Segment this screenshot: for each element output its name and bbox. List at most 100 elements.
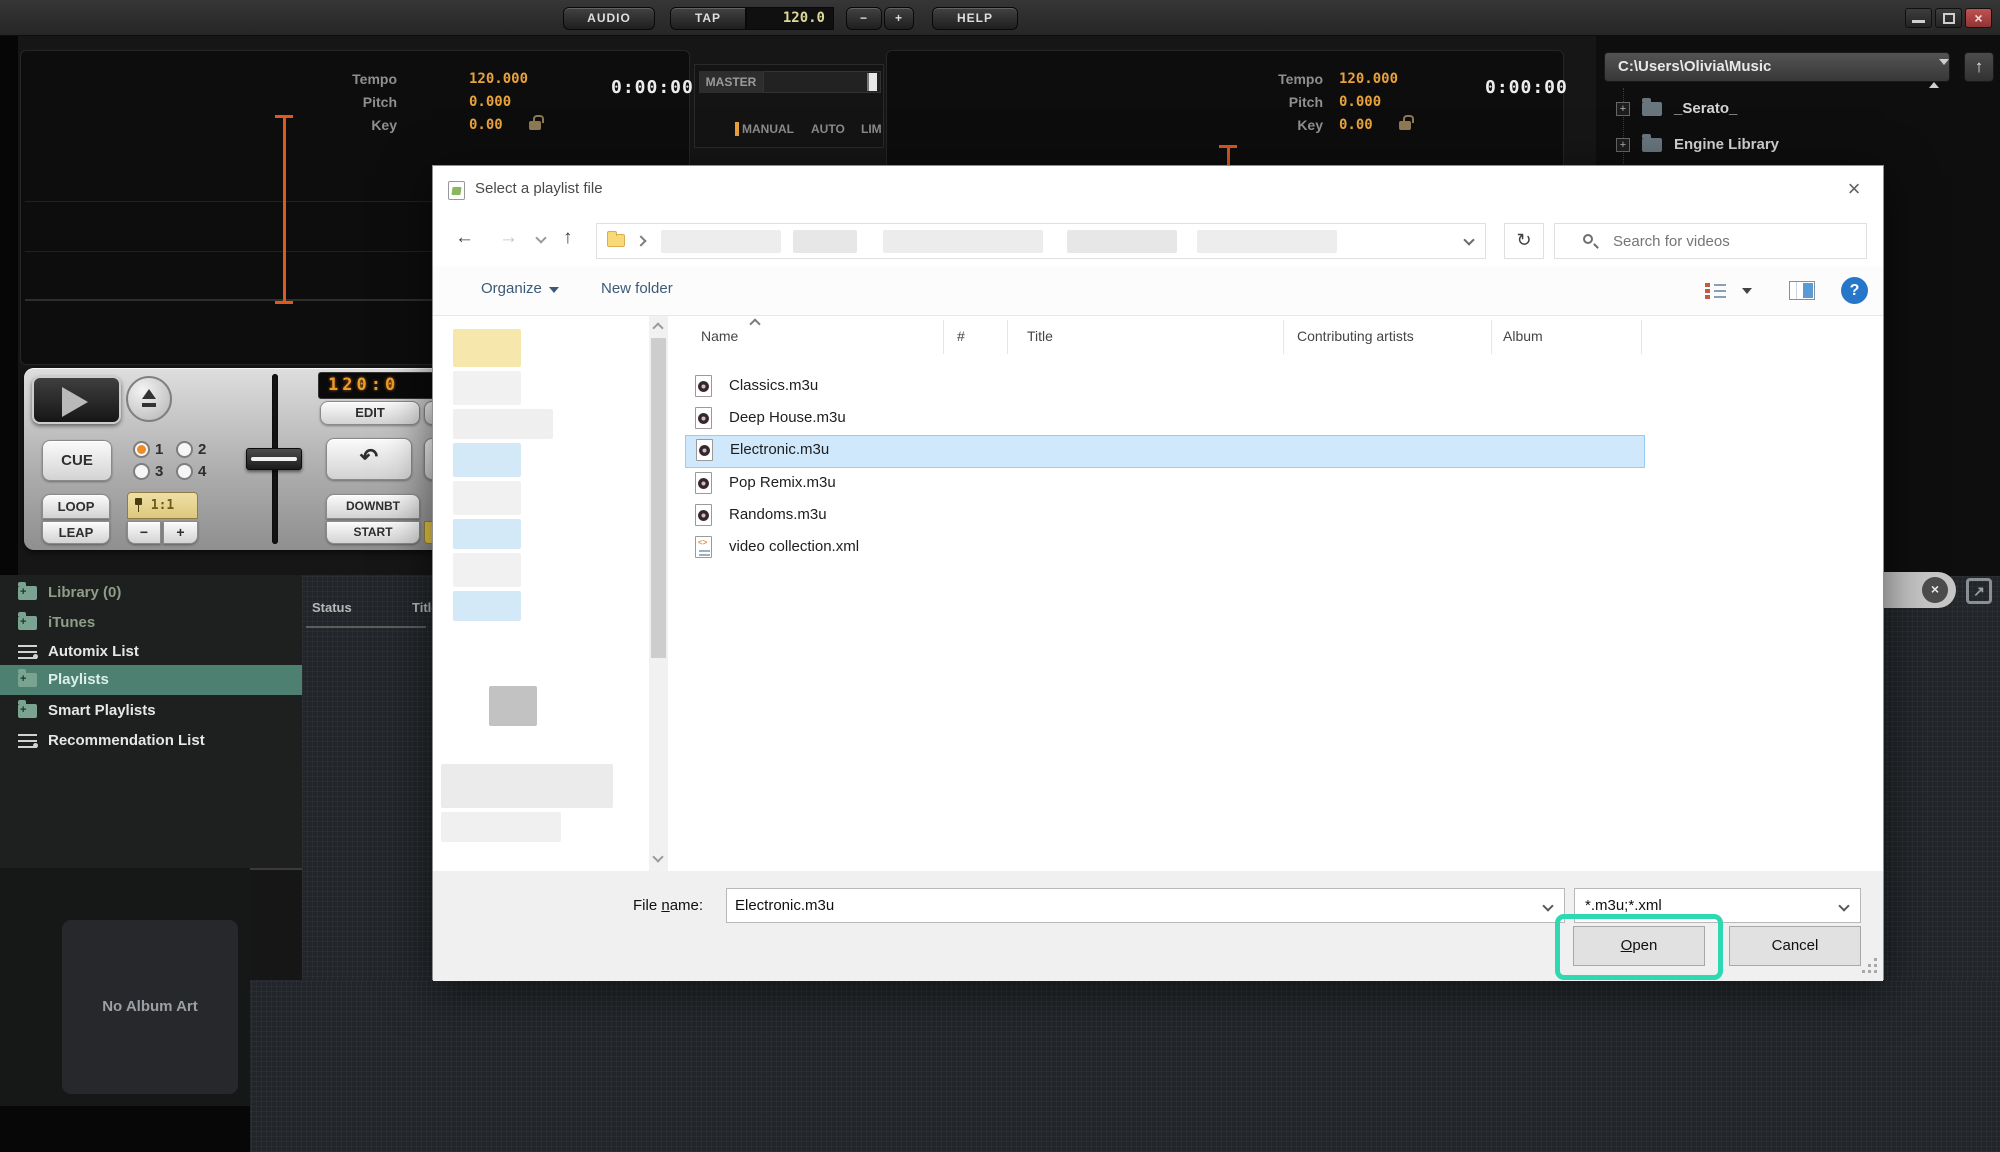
key-lock-icon[interactable] (1399, 121, 1411, 130)
hotcue-label-4: 4 (198, 463, 206, 480)
back-button[interactable]: ← (455, 227, 474, 249)
forward-button[interactable]: → (499, 227, 518, 249)
history-chevron-icon[interactable] (535, 232, 546, 243)
up-button[interactable]: ↑ (563, 227, 573, 249)
column-separator[interactable] (1007, 320, 1008, 354)
column-header-number[interactable]: # (957, 328, 965, 370)
file-name-input[interactable] (735, 893, 1525, 918)
undo-button[interactable]: ↶ (326, 438, 412, 480)
bpm-minus-button[interactable]: − (846, 7, 882, 30)
tap-button[interactable]: TAP (670, 7, 746, 30)
play-button[interactable] (32, 376, 121, 424)
master-lim-label[interactable]: LIM (861, 122, 882, 136)
file-row[interactable]: Classics.m3u (685, 372, 1645, 403)
file-row-selected[interactable]: Electronic.m3u (685, 435, 1645, 468)
file-row[interactable]: Pop Remix.m3u (685, 469, 1645, 500)
close-app-button[interactable]: × (1965, 8, 1992, 28)
file-name-combo[interactable] (726, 888, 1565, 923)
scrollbar[interactable] (649, 316, 668, 871)
sidebar-item-itunes[interactable]: iTunes (0, 608, 302, 638)
cancel-button[interactable]: Cancel (1729, 926, 1861, 966)
master-auto-label[interactable]: AUTO (811, 122, 845, 136)
xml-file-icon (695, 536, 712, 558)
column-separator[interactable] (1641, 320, 1642, 354)
key-lock-icon[interactable] (529, 121, 541, 130)
bpm-plus-button[interactable]: + (884, 7, 914, 30)
minimize-button[interactable] (1905, 8, 1932, 28)
filter-dropdown-icon[interactable] (1838, 900, 1849, 911)
cue-button[interactable]: CUE (42, 440, 112, 481)
preview-pane-icon[interactable] (1789, 281, 1815, 300)
leap-button[interactable]: LEAP (42, 521, 110, 544)
eject-button[interactable] (126, 376, 172, 422)
hotcue-radio-3[interactable] (133, 463, 150, 480)
new-folder-button[interactable]: New folder (601, 280, 673, 297)
file-name-dropdown-icon[interactable] (1542, 900, 1553, 911)
column-separator[interactable] (943, 320, 944, 354)
file-row[interactable]: video collection.xml (685, 533, 1645, 564)
start-button[interactable]: START (326, 521, 420, 544)
address-dropdown-icon[interactable] (1463, 234, 1474, 245)
master-manual-label[interactable]: MANUAL (742, 122, 794, 136)
view-mode-icon[interactable] (1705, 282, 1728, 299)
refresh-button[interactable]: ↻ (1504, 223, 1544, 259)
sidebar-item-recommendation-list[interactable]: Recommendation List (0, 726, 302, 756)
column-header-title[interactable]: Title (1027, 328, 1053, 370)
edit-button[interactable]: EDIT (320, 401, 420, 425)
column-separator[interactable] (1283, 320, 1284, 354)
view-mode-dropdown-icon[interactable] (1742, 288, 1752, 294)
resize-grip[interactable] (1863, 959, 1877, 973)
scroll-up-icon[interactable] (652, 322, 663, 333)
sidebar-item-automix-list[interactable]: Automix List (0, 637, 302, 667)
sidebar-item-smart-playlists[interactable]: Smart Playlists (0, 696, 302, 726)
audio-button[interactable]: AUDIO (563, 7, 655, 30)
organize-menu[interactable]: Organize (481, 280, 559, 297)
master-volume-handle[interactable] (867, 73, 877, 91)
column-header-album[interactable]: Album (1503, 328, 1543, 370)
tempo-value: 120.000 (1339, 71, 1398, 87)
column-separator[interactable] (1491, 320, 1492, 354)
folder-up-button[interactable]: ↑ (1964, 52, 1994, 82)
folder-icon (1642, 102, 1662, 116)
sort-ascending-icon (749, 318, 760, 329)
hotcue-radio-2[interactable] (176, 441, 193, 458)
playhead-tick (1219, 145, 1237, 148)
column-header-artists[interactable]: Contributing artists (1297, 328, 1414, 370)
beat-minus-button[interactable]: − (127, 521, 161, 544)
downbeat-button[interactable]: DOWNBT (326, 494, 420, 519)
scroll-down-icon[interactable] (652, 851, 663, 862)
dialog-titlebar[interactable]: Select a playlist file × (433, 166, 1883, 216)
hotcue-radio-4[interactable] (176, 463, 193, 480)
file-row[interactable]: Deep House.m3u (685, 404, 1645, 435)
file-row[interactable]: Randoms.m3u (685, 501, 1645, 532)
address-bar[interactable] (596, 223, 1486, 259)
tree-item-engine-library[interactable]: + Engine Library (1596, 130, 1996, 160)
eject-icon-bar (142, 403, 156, 407)
sidebar-item-library[interactable]: Library (0) (0, 578, 302, 608)
file-name: Randoms.m3u (729, 506, 827, 523)
dialog-search-input[interactable] (1613, 228, 1853, 254)
clear-search-icon[interactable]: × (1922, 577, 1948, 603)
expand-icon[interactable]: + (1616, 102, 1630, 116)
scrollbar-thumb[interactable] (651, 338, 666, 658)
beat-plus-button[interactable]: + (163, 521, 198, 544)
column-header-name[interactable]: Name (701, 328, 738, 370)
table-header-status[interactable]: Status (312, 600, 352, 615)
path-dropdown[interactable]: C:\Users\Olivia\Music (1604, 52, 1950, 82)
help-icon[interactable]: ? (1841, 277, 1868, 304)
expand-icon[interactable]: + (1616, 138, 1630, 152)
hotcue-radio-1[interactable] (133, 441, 150, 458)
master-volume-meter[interactable] (763, 71, 881, 93)
tree-item-serato[interactable]: + _Serato_ (1596, 94, 1996, 124)
popout-icon[interactable]: ↗ (1966, 578, 1992, 604)
redacted-breadcrumb (661, 230, 781, 253)
maximize-button[interactable] (1935, 8, 1962, 28)
pitch-fader-handle[interactable] (246, 448, 302, 470)
dialog-search-box[interactable] (1554, 223, 1867, 259)
playhead-tick (275, 115, 293, 118)
dialog-close-button[interactable]: × (1839, 174, 1869, 204)
help-button[interactable]: HELP (932, 7, 1018, 30)
sidebar-item-playlists[interactable]: Playlists (0, 665, 302, 695)
m3u-file-icon (695, 472, 712, 494)
loop-button[interactable]: LOOP (42, 494, 110, 519)
